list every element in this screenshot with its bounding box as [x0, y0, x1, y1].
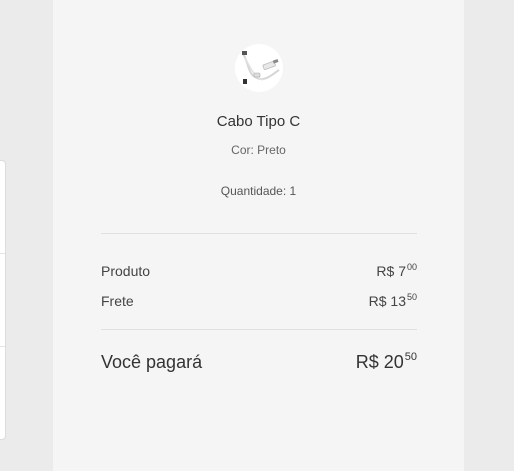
product-cost-row: Produto R$ 7 00: [101, 262, 417, 279]
shipping-cost-row: Frete R$ 13 50: [101, 292, 417, 309]
divider: [101, 233, 417, 234]
shipping-cost-price: R$ 13 50: [368, 292, 417, 309]
shipping-price-cents: 50: [406, 292, 417, 302]
left-panel-divider: [0, 346, 5, 347]
product-name: Cabo Tipo C: [216, 113, 301, 130]
total-price-cents: 50: [404, 351, 417, 363]
product-quantity: Quantidade: 1: [220, 184, 297, 198]
shipping-price-main: R$ 13: [368, 293, 406, 309]
total-price-main: R$ 20: [355, 352, 404, 372]
usb-c-cable-icon: [242, 51, 280, 84]
left-panel-card: [0, 160, 6, 440]
left-panel-divider: [0, 253, 5, 254]
product-image: [235, 44, 283, 92]
total-price: R$ 20 50: [355, 351, 417, 373]
product-cost-label: Produto: [101, 263, 151, 279]
product-variant: Cor: Preto: [231, 143, 286, 157]
shipping-cost-label: Frete: [101, 293, 134, 309]
total-row: Você pagará R$ 20 50: [101, 351, 417, 373]
divider: [101, 329, 417, 330]
product-price-cents: 00: [406, 262, 417, 272]
order-summary: Cabo Tipo C Cor: Preto Quantidade: 1 Pro…: [53, 0, 464, 471]
total-label: Você pagará: [101, 352, 203, 372]
product-cost-price: R$ 7 00: [376, 262, 417, 279]
product-price-main: R$ 7: [376, 263, 406, 279]
